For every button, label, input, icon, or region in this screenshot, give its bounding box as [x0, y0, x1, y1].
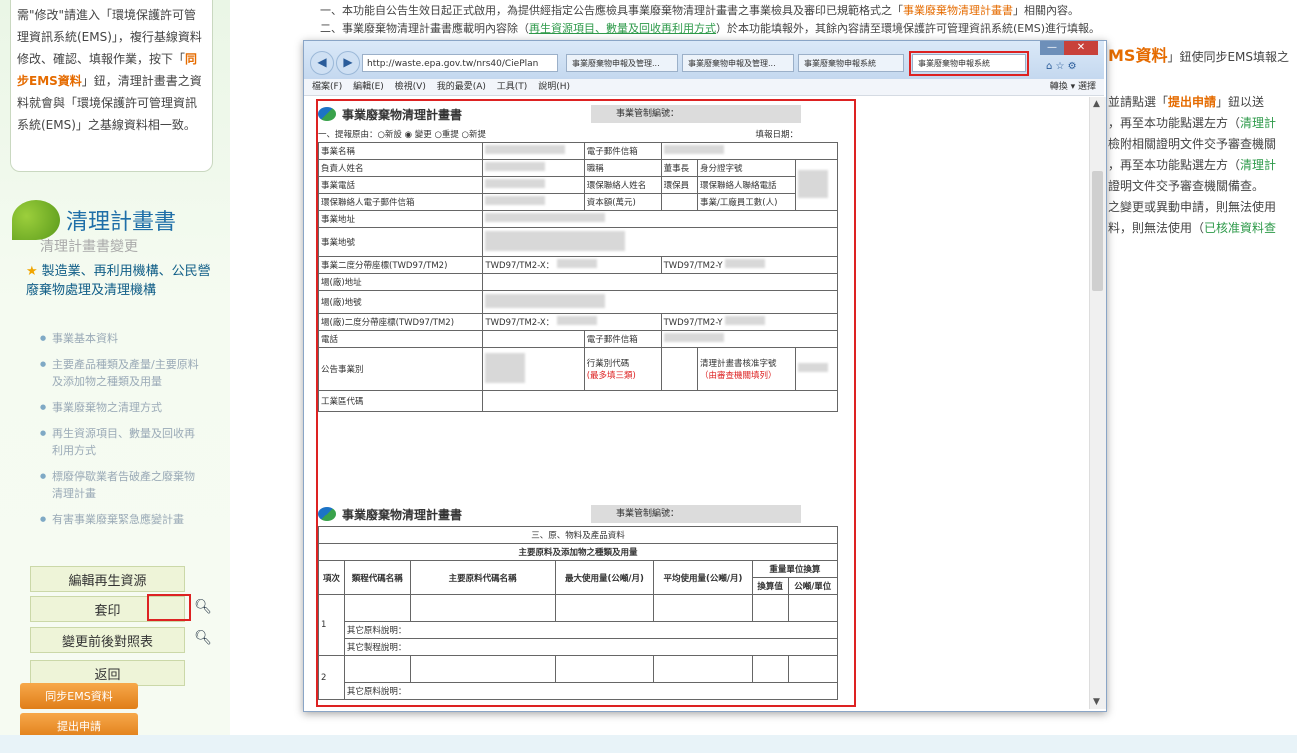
sidebar-item[interactable]: 標廢停歇業者告破產之廢棄物清理計畫 — [40, 468, 200, 502]
right-line: ，再至本功能點選左方（清理計 — [1108, 158, 1277, 172]
edit-recycle-button[interactable]: 編輯再生資源 — [30, 566, 185, 592]
top-instructions: 一、本功能自公告生效日起正式啟用，為提供經指定公告應檢具事業廢棄物清理計畫書之事… — [320, 2, 1290, 38]
compare-button[interactable]: 變更前後對照表 🔍︎ — [30, 627, 212, 653]
sidebar-item[interactable]: 事業基本資料 — [40, 330, 200, 347]
search-icon[interactable]: 🔍︎ — [194, 599, 212, 615]
instruction-link[interactable]: 再生資源項目、數量及回收再利用方式 — [529, 22, 716, 35]
convert-menu[interactable]: 轉換 ▾ 選擇 — [1050, 79, 1096, 95]
menu-item[interactable]: 說明(H) — [538, 82, 570, 92]
leaf-logo-icon — [12, 200, 60, 240]
preview-highlight-box — [316, 99, 856, 707]
browser-toolbar: ◀ ▶ http://waste.epa.gov.tw/nrs40/CiePla… — [304, 41, 1104, 79]
instruction-line-2: 二、事業廢棄物清理計畫書應載明內容除（再生資源項目、數量及回收再利用方式）於本功… — [320, 22, 1101, 35]
right-line: 並請點選「提出申請」鈕以送 — [1108, 95, 1265, 109]
back-icon[interactable]: ◀ — [310, 51, 334, 75]
right-line: 證明文件交予審查機關備查。 — [1108, 179, 1265, 193]
scroll-thumb[interactable] — [1092, 171, 1103, 291]
address-bar[interactable]: http://waste.epa.gov.tw/nrs40/CiePlan — [362, 54, 558, 72]
close-icon[interactable]: ✕ — [1064, 41, 1098, 55]
right-line: ，再至本功能點選左方（清理計 — [1108, 116, 1277, 130]
scroll-up-icon[interactable]: ▲ — [1093, 99, 1100, 109]
sidebar-notice: 需"修改"請進入「環境保護許可管理資訊系統(EMS)」，複行基線資料修改、確認、… — [10, 0, 213, 172]
menu-item[interactable]: 檔案(F) — [312, 82, 342, 92]
brand-title: 清理計畫書 — [66, 210, 177, 235]
minimize-icon[interactable]: — — [1040, 41, 1064, 55]
scrollbar[interactable]: ▲ ▼ — [1089, 97, 1106, 709]
right-instructions: 並請點選「提出申請」鈕以送 ，再至本功能點選左方（清理計 檢附相關證明文件交予審… — [1108, 92, 1297, 239]
ems-note: MS資料」鈕使同步EMS填報之 — [1108, 46, 1290, 65]
menu-item[interactable]: 工具(T) — [497, 82, 528, 92]
right-line: 之變更或異動申請，則無法使用 — [1108, 200, 1277, 214]
sidebar: 需"修改"請進入「環境保護許可管理資訊系統(EMS)」，複行基線資料修改、確認、… — [0, 0, 230, 753]
browser-tab[interactable]: 事業廢棄物申報系統 — [798, 54, 904, 72]
browser-tab[interactable]: 事業廢棄物申報及管理... — [566, 54, 678, 72]
browser-menubar: 檔案(F) 編輯(E) 檢視(V) 我的最愛(A) 工具(T) 說明(H) 轉換… — [304, 79, 1104, 96]
sidebar-item-plan-change[interactable]: 清理計畫書變更 — [40, 236, 138, 256]
right-line: 檢附相關證明文件交予審查機關 — [1108, 137, 1277, 151]
footer-bar — [0, 735, 1297, 753]
browser-window: ◀ ▶ http://waste.epa.gov.tw/nrs40/CiePla… — [303, 40, 1107, 712]
scroll-down-icon[interactable]: ▼ — [1093, 697, 1100, 707]
home-star-gear-icon[interactable]: ⌂ ☆ ⚙ — [1046, 61, 1077, 72]
sidebar-items: 事業基本資料 主要產品種類及產量/主要原料及添加物之種類及用量 事業廢棄物之清理… — [40, 330, 200, 537]
right-line: 料，則無法使用（已核准資料查 — [1108, 221, 1277, 235]
sidebar-item[interactable]: 主要產品種類及產量/主要原料及添加物之種類及用量 — [40, 356, 200, 390]
menu-item[interactable]: 編輯(E) — [353, 82, 384, 92]
sidebar-item[interactable]: 有害事業廢棄緊急應變計畫 — [40, 511, 200, 528]
page: 一、本功能自公告生效日起正式啟用，為提供經指定公告應檢具事業廢棄物清理計畫書之事… — [0, 0, 1297, 753]
forward-icon[interactable]: ▶ — [336, 51, 360, 75]
star-icon: ★ — [26, 264, 38, 279]
sidebar-item[interactable]: 再生資源項目、數量及回收再利用方式 — [40, 425, 200, 459]
instruction-line-1: 一、本功能自公告生效日起正式啟用，為提供經指定公告應檢具事業廢棄物清理計畫書之事… — [320, 4, 1079, 17]
search-icon[interactable]: 🔍︎ — [194, 630, 212, 646]
tab-highlight-box — [909, 51, 1029, 76]
sync-ems-button[interactable]: 同步EMS資料 — [20, 683, 138, 709]
browser-tab[interactable]: 事業廢棄物申報及管理... — [682, 54, 794, 72]
sidebar-category[interactable]: ★ 製造業、再利用機構、公民營廢棄物處理及清理機構 — [26, 262, 216, 300]
print-highlight-box — [147, 594, 191, 621]
menu-item[interactable]: 檢視(V) — [395, 82, 426, 92]
menu-item[interactable]: 我的最愛(A) — [437, 82, 486, 92]
sidebar-item[interactable]: 事業廢棄物之清理方式 — [40, 399, 200, 416]
instruction-highlight: 事業廢棄物清理計畫書 — [903, 4, 1013, 17]
brand: 清理計畫書 — [12, 200, 176, 240]
